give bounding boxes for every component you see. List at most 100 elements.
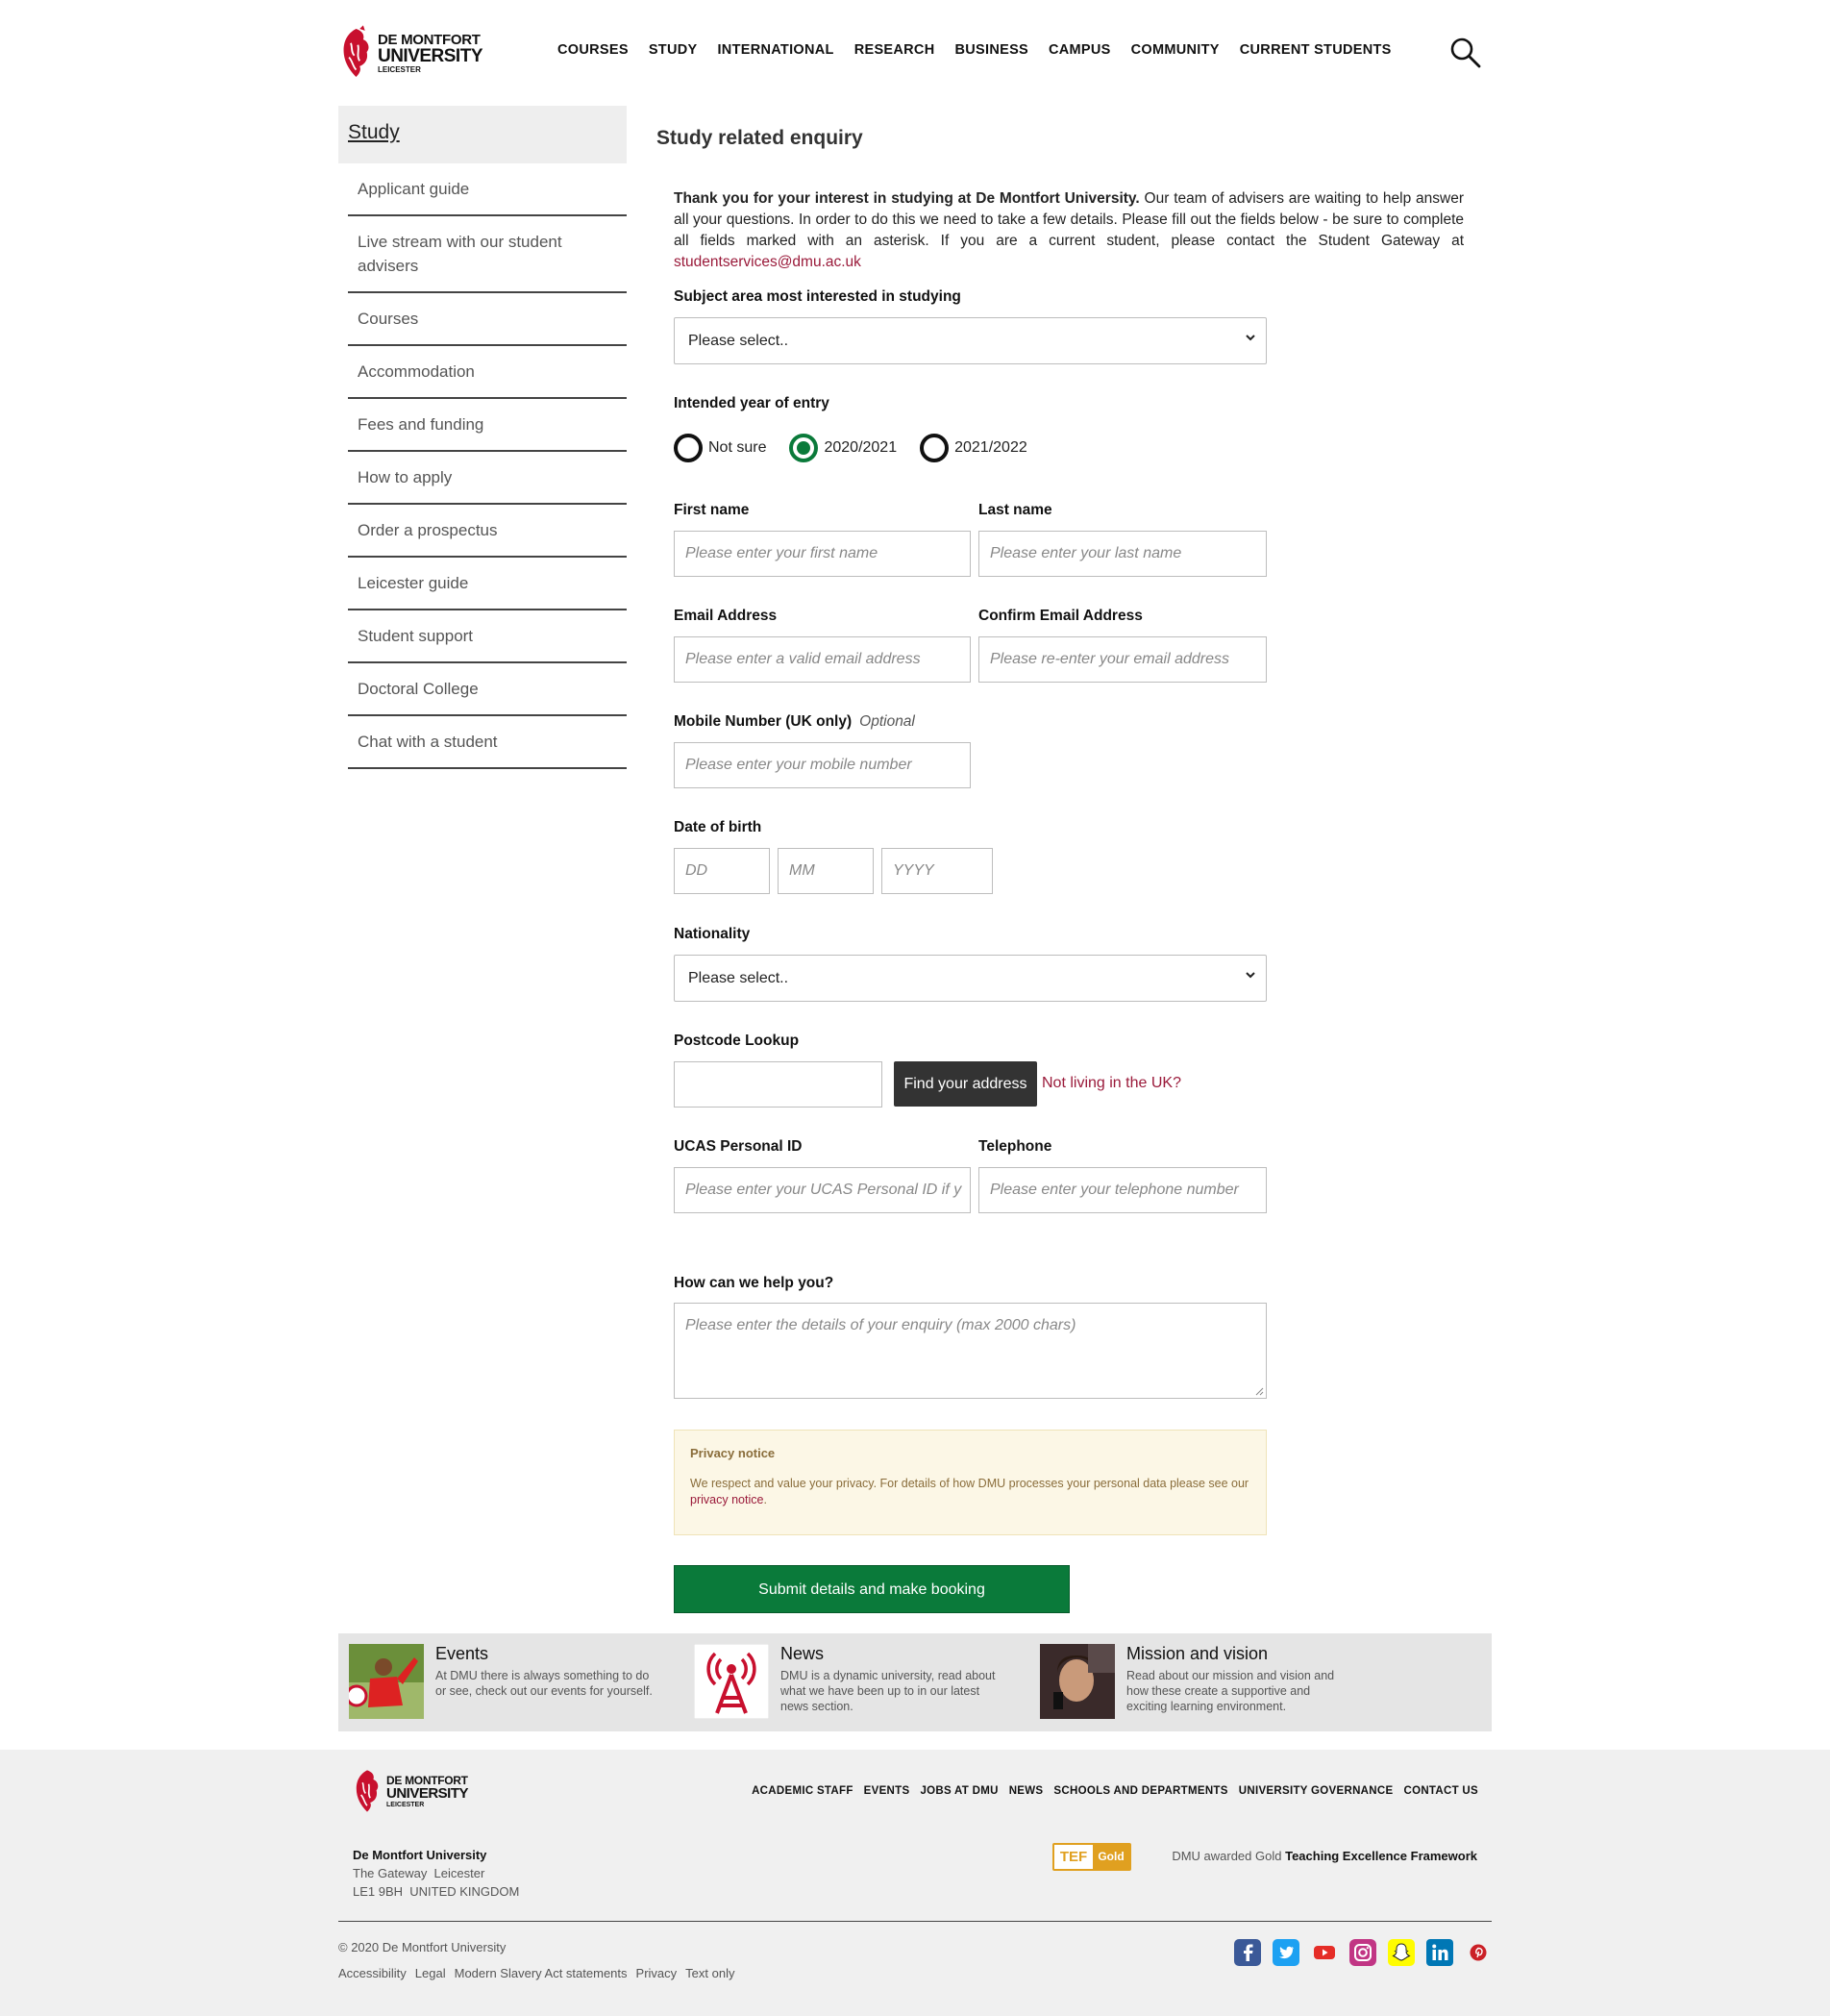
footer-link-privacy[interactable]: Privacy <box>636 1966 678 1980</box>
sidebar-item-doctoral-college[interactable]: Doctoral College <box>348 663 627 716</box>
nav-campus[interactable]: CAMPUS <box>1049 42 1111 58</box>
twitter-icon[interactable] <box>1273 1939 1299 1966</box>
dob-year-input[interactable]: YYYY <box>881 848 993 894</box>
promo-title[interactable]: News <box>780 1644 1002 1664</box>
footer-nav-governance[interactable]: UNIVERSITY GOVERNANCE <box>1239 1785 1394 1797</box>
pinterest-icon[interactable] <box>1465 1939 1492 1966</box>
youtube-icon[interactable] <box>1311 1939 1338 1966</box>
nav-international[interactable]: INTERNATIONAL <box>717 42 833 58</box>
promo-title[interactable]: Events <box>435 1644 656 1664</box>
year-option-2020-2021[interactable]: 2020/2021 <box>789 434 897 462</box>
postcode-label: Postcode Lookup <box>674 1033 800 1049</box>
footer-link-accessibility[interactable]: Accessibility <box>338 1966 407 1980</box>
student-services-email-link[interactable]: studentservices@dmu.ac.uk <box>674 254 861 270</box>
subject-label: Subject area most interested in studying <box>674 288 961 305</box>
promo-text: Events At DMU there is always something … <box>435 1644 656 1719</box>
footer-link-text-only[interactable]: Text only <box>685 1966 734 1980</box>
footer-address: De Montfort University The Gateway Leice… <box>353 1846 519 1901</box>
footer-logo[interactable]: DE MONTFORT UNIVERSITY LEICESTER <box>352 1767 469 1815</box>
ucas-input[interactable]: Please enter your UCAS Personal ID if y <box>674 1167 971 1213</box>
year-option-not-sure[interactable]: Not sure <box>674 434 766 462</box>
events-photo <box>349 1644 424 1719</box>
find-address-button[interactable]: Find your address <box>894 1061 1037 1107</box>
nav-current-students[interactable]: CURRENT STUDENTS <box>1240 42 1392 58</box>
promo-band: Events At DMU there is always something … <box>338 1633 1492 1731</box>
radio-button[interactable] <box>920 434 950 462</box>
footer-links: Accessibility Legal Modern Slavery Act s… <box>338 1966 743 1980</box>
last-name-input[interactable]: Please enter your last name <box>978 531 1267 577</box>
sidebar-item-leicester-guide[interactable]: Leicester guide <box>348 558 627 610</box>
sidebar-item-fees[interactable]: Fees and funding <box>348 399 627 452</box>
tef-badge-right: Gold <box>1093 1845 1129 1869</box>
resize-grip-icon[interactable] <box>1255 1387 1264 1396</box>
student-photo <box>1040 1644 1115 1719</box>
intro-bold: Thank you for your interest in studying … <box>674 190 1140 207</box>
nationality-label: Nationality <box>674 926 751 942</box>
sidebar-item-prospectus[interactable]: Order a prospectus <box>348 505 627 558</box>
confirm-email-input[interactable]: Please re-enter your email address <box>978 636 1267 683</box>
search-icon[interactable] <box>1449 37 1482 69</box>
not-living-in-uk-link[interactable]: Not living in the UK? <box>1042 1075 1181 1092</box>
last-name-label: Last name <box>978 502 1052 518</box>
sidebar-item-student-support[interactable]: Student support <box>348 610 627 663</box>
optional-tag: Optional <box>859 713 915 730</box>
tef-gold-badge[interactable]: TEF Gold <box>1052 1843 1131 1871</box>
sidebar-item-how-to-apply[interactable]: How to apply <box>348 452 627 505</box>
nationality-select[interactable]: Please select.. <box>674 955 1267 1002</box>
social-links <box>1223 1939 1492 1966</box>
nav-courses[interactable]: COURSES <box>557 42 629 58</box>
nav-business[interactable]: BUSINESS <box>954 42 1028 58</box>
radio-button[interactable] <box>674 434 703 462</box>
footer-nav-schools[interactable]: SCHOOLS AND DEPARTMENTS <box>1053 1785 1227 1797</box>
promo-mission[interactable]: Mission and vision Read about our missio… <box>1040 1644 1348 1719</box>
footer-nav-news[interactable]: NEWS <box>1009 1785 1044 1797</box>
radio-label: 2021/2022 <box>954 439 1027 456</box>
footer-nav-events[interactable]: EVENTS <box>864 1785 910 1797</box>
facebook-icon[interactable] <box>1234 1939 1261 1966</box>
dmu-logo[interactable]: DE MONTFORT UNIVERSITY LEICESTER <box>338 23 483 83</box>
sidebar-item-applicant-guide[interactable]: Applicant guide <box>348 163 627 216</box>
address-line1: The Gateway Leicester <box>353 1866 485 1880</box>
sidebar-item-chat[interactable]: Chat with a student <box>348 716 627 769</box>
email-input[interactable]: Please enter a valid email address <box>674 636 971 683</box>
promo-text: News DMU is a dynamic university, read a… <box>780 1644 1002 1719</box>
radio-button-selected[interactable] <box>789 434 819 462</box>
snapchat-icon[interactable] <box>1388 1939 1415 1966</box>
dob-day-input[interactable]: DD <box>674 848 770 894</box>
tef-text-pre: DMU awarded Gold <box>1172 1849 1286 1863</box>
submit-button[interactable]: Submit details and make booking <box>674 1565 1070 1613</box>
first-name-input[interactable]: Please enter your first name <box>674 531 971 577</box>
telephone-input[interactable]: Please enter your telephone number <box>978 1167 1267 1213</box>
footer-nav-jobs[interactable]: JOBS AT DMU <box>920 1785 998 1797</box>
subject-select-value: Please select.. <box>688 333 789 349</box>
logo-line2: UNIVERSITY <box>386 1784 469 1802</box>
mobile-input[interactable]: Please enter your mobile number <box>674 742 971 788</box>
site-footer: DE MONTFORT UNIVERSITY LEICESTER ACADEMI… <box>0 1750 1830 2016</box>
promo-news[interactable]: News DMU is a dynamic university, read a… <box>694 1644 1002 1719</box>
promo-title[interactable]: Mission and vision <box>1126 1644 1348 1664</box>
promo-events[interactable]: Events At DMU there is always something … <box>349 1644 656 1719</box>
footer-nav-contact[interactable]: CONTACT US <box>1403 1785 1478 1797</box>
dob-month-input[interactable]: MM <box>778 848 874 894</box>
instagram-icon[interactable] <box>1349 1939 1376 1966</box>
footer-nav-academic-staff[interactable]: ACADEMIC STAFF <box>752 1785 853 1797</box>
sidebar-item-live-stream[interactable]: Live stream with our student advisers <box>348 216 627 293</box>
privacy-notice-link[interactable]: privacy notice <box>690 1493 763 1506</box>
postcode-input[interactable] <box>674 1061 882 1108</box>
linkedin-icon[interactable] <box>1426 1939 1453 1966</box>
year-option-2021-2022[interactable]: 2021/2022 <box>920 434 1027 462</box>
footer-link-legal[interactable]: Legal <box>415 1966 446 1980</box>
nav-community[interactable]: COMMUNITY <box>1131 42 1220 58</box>
nav-study[interactable]: STUDY <box>649 42 698 58</box>
enquiry-textarea[interactable]: Please enter the details of your enquiry… <box>674 1303 1267 1399</box>
footer-link-modern-slavery[interactable]: Modern Slavery Act statements <box>455 1966 628 1980</box>
sidebar-item-accommodation[interactable]: Accommodation <box>348 346 627 399</box>
sidebar-item-courses[interactable]: Courses <box>348 293 627 346</box>
section-sidebar: Study Applicant guide Live stream with o… <box>338 106 627 769</box>
subject-select[interactable]: Please select.. <box>674 317 1267 364</box>
address-name: De Montfort University <box>353 1848 487 1862</box>
nav-research[interactable]: RESEARCH <box>854 42 935 58</box>
mobile-label: Mobile Number (UK only) Optional <box>674 713 915 731</box>
sidebar-title-link[interactable]: Study <box>348 121 400 143</box>
radio-label: 2020/2021 <box>824 439 898 456</box>
